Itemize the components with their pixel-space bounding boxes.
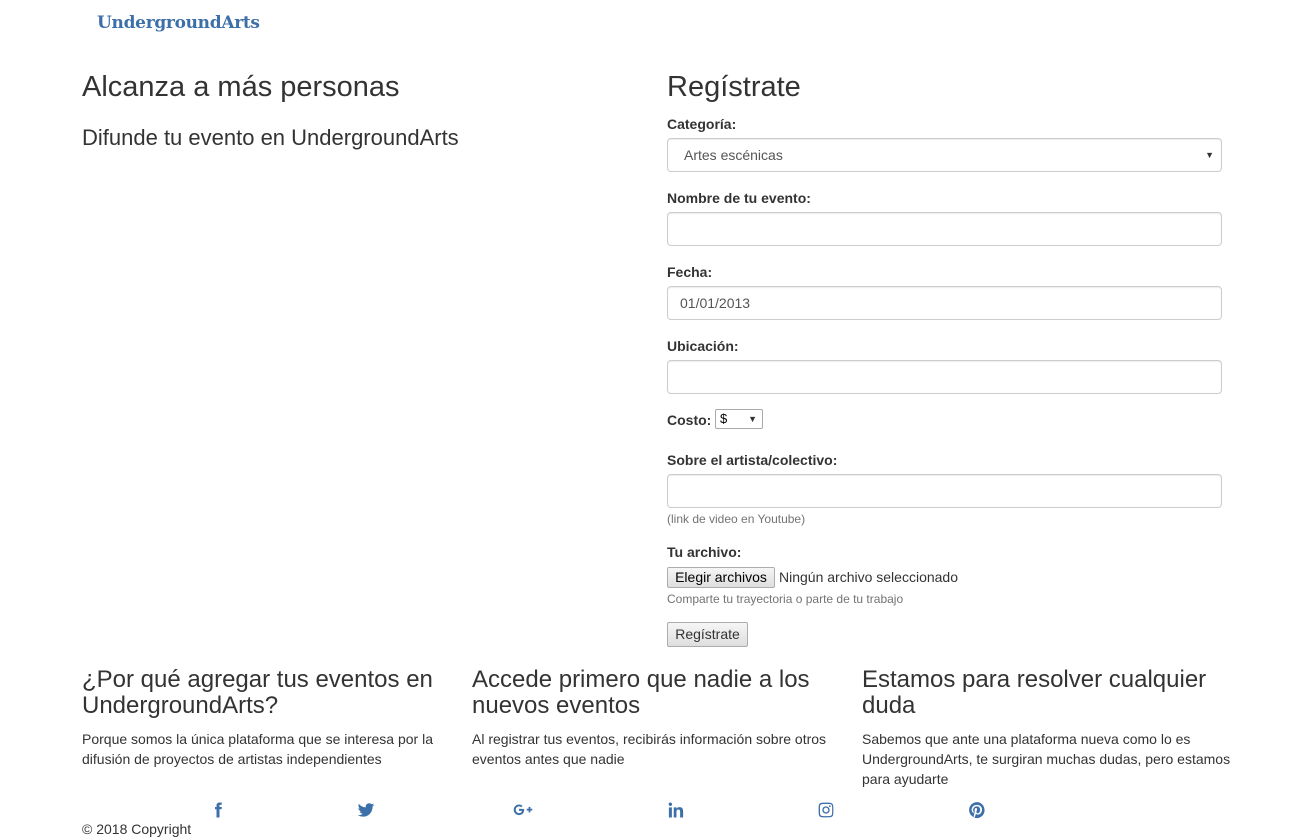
facebook-icon[interactable] [206, 798, 230, 822]
event-name-input[interactable] [667, 212, 1222, 246]
pinterest-icon[interactable] [965, 798, 989, 822]
chevron-down-icon: ▼ [1205, 150, 1214, 160]
submit-button[interactable]: Regístrate [667, 622, 748, 647]
artist-help: (link de video en Youtube) [667, 512, 806, 526]
currency-select[interactable]: $ ▼ [715, 409, 763, 429]
copyright: © 2018 Copyright [82, 821, 192, 837]
linkedin-icon[interactable] [664, 798, 688, 822]
feature-title: ¿Por qué agregar tus eventos en Undergro… [82, 666, 433, 719]
twitter-icon[interactable] [354, 798, 378, 822]
file-label: Tu archivo: [667, 544, 742, 560]
hero-section: Alcanza a más personas Difunde tu evento… [82, 70, 602, 152]
feature-text: Porque somos la única plataforma que se … [82, 731, 433, 767]
location-input[interactable] [667, 360, 1222, 394]
hero-title: Alcanza a más personas [82, 71, 400, 103]
instagram-icon[interactable] [814, 798, 838, 822]
location-label: Ubicación: [667, 338, 739, 354]
feature-why: ¿Por qué agregar tus eventos en Undergro… [82, 667, 452, 769]
hero-subtitle: Difunde tu evento en UndergroundArts [82, 125, 459, 150]
feature-early-access: Accede primero que nadie a los nuevos ev… [472, 667, 842, 769]
category-select[interactable]: Artes escénicas ▼ [667, 138, 1222, 172]
registration-form: Regístrate Categoría: Artes escénicas ▼ … [667, 70, 1222, 647]
feature-text: Al registrar tus eventos, recibirás info… [472, 731, 827, 767]
feature-support: Estamos para resolver cualquier duda Sab… [862, 667, 1232, 789]
feature-title: Estamos para resolver cualquier duda [862, 666, 1207, 719]
currency-value: $ [720, 411, 728, 426]
choose-files-button[interactable]: Elegir archivos [667, 567, 775, 588]
category-label: Categoría: [667, 116, 737, 132]
artist-input[interactable] [667, 474, 1222, 508]
google-plus-icon[interactable] [509, 798, 537, 822]
site-logo[interactable]: UndergroundArts [97, 13, 260, 33]
chevron-down-icon: ▼ [748, 414, 757, 424]
file-help: Comparte tu trayectoria o parte de tu tr… [667, 592, 904, 606]
cost-label: Costo: [667, 412, 712, 428]
feature-title: Accede primero que nadie a los nuevos ev… [472, 666, 810, 719]
event-name-label: Nombre de tu evento: [667, 190, 811, 206]
artist-label: Sobre el artista/colectivo: [667, 452, 838, 468]
file-status: Ningún archivo seleccionado [779, 569, 958, 585]
category-value: Artes escénicas [684, 147, 783, 163]
date-input[interactable]: 01/01/2013 [667, 286, 1222, 320]
feature-text: Sabemos que ante una plataforma nueva co… [862, 731, 1231, 787]
form-title: Regístrate [667, 71, 801, 103]
date-label: Fecha: [667, 264, 713, 280]
